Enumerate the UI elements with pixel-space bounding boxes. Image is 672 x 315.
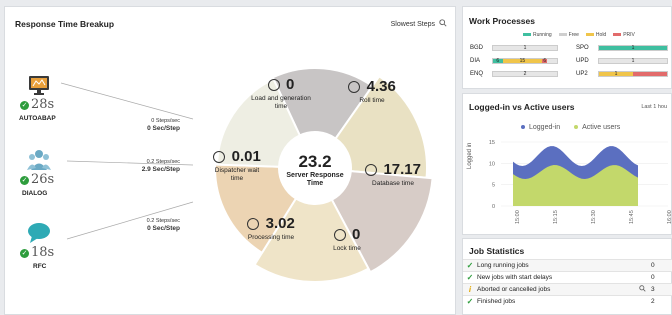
x-tick-label: 15:30 xyxy=(591,210,597,224)
lock-icon xyxy=(333,228,346,241)
legend-running: Running xyxy=(523,32,552,38)
wp-row-bgd[interactable]: BGD 1 SPO 1 xyxy=(470,45,668,51)
warning-icon: i xyxy=(468,285,472,294)
server-response-value: 23.2 xyxy=(298,152,332,171)
check-icon: ✓ xyxy=(466,273,474,282)
steps-per-sec: 0.2 Steps/sec xyxy=(146,218,180,224)
check-icon: ✓ xyxy=(466,261,474,270)
clock-icon xyxy=(247,217,260,230)
rate-autoabap: 0 Steps/sec 0 Sec/Step xyxy=(115,118,180,133)
x-tick-label: 16:00 xyxy=(667,210,672,224)
legend-hold: Hold xyxy=(585,32,606,38)
legend-priv: PRIV xyxy=(613,32,635,38)
steps-per-sec: 0.2 Steps/sec xyxy=(146,159,180,165)
job-row[interactable]: ✓ Long running jobs 0 xyxy=(463,259,672,271)
y-tick-label: 0 xyxy=(492,204,495,210)
donut-center: 23.2 Server Response Time xyxy=(285,152,345,188)
y-tick-label: 15 xyxy=(489,140,495,146)
logged-in-chart: 15 10 5 0 15:00 15:15 15:30 15:45 16:00 xyxy=(489,140,672,224)
sec-per-step: 0 Sec/Step xyxy=(147,125,180,132)
globe-clock-icon xyxy=(213,150,226,163)
y-tick-label: 5 xyxy=(492,183,495,189)
segment-load-generation[interactable]: 0 Load and generation time xyxy=(241,76,321,111)
sec-per-step: 2.9 Sec/Step xyxy=(141,166,180,173)
steps-per-sec: 0 Steps/sec xyxy=(151,118,180,124)
segment-lock-time[interactable]: 0 Lock time xyxy=(317,226,377,252)
server-response-label: Server Response Time xyxy=(286,172,344,187)
x-tick-label: 15:15 xyxy=(553,210,559,224)
job-row[interactable]: ✓ New jobs with start delays 0 xyxy=(463,271,672,283)
x-tick-label: 15:45 xyxy=(629,210,635,224)
job-list: ✓ Long running jobs 0 ✓ New jobs with st… xyxy=(463,259,672,315)
search-icon[interactable] xyxy=(639,285,646,294)
job-row[interactable]: i Aborted or cancelled jobs 3 xyxy=(463,283,672,295)
clock-icon xyxy=(267,78,280,91)
panel-title: Job Statistics xyxy=(469,246,525,256)
segment-processing-time[interactable]: 3.02 Processing time xyxy=(231,215,311,241)
segment-database-time[interactable]: 17.17 Database time xyxy=(348,161,438,187)
response-time-panel: Response Time Breakup Slowest Steps ✓ 28… xyxy=(4,6,456,315)
clock-icon xyxy=(348,80,361,93)
panel-title: Work Processes xyxy=(469,16,535,26)
legend-free: Free xyxy=(558,32,579,38)
logged-in-panel: Logged-in vs Active users Last 1 hou Log… xyxy=(462,93,672,235)
wp-row-dia[interactable]: DIA 6 15 6 UPD 1 xyxy=(470,58,668,64)
wp-row-enq[interactable]: ENQ 2 UP2 1 xyxy=(470,71,668,77)
wp-legend: Running Free Hold PRIV xyxy=(523,32,635,38)
segment-dispatcher-wait[interactable]: 0.01 Dispatcher wait time xyxy=(201,148,273,183)
x-tick-label: 15:00 xyxy=(515,210,521,224)
rate-rfc: 0.2 Steps/sec 0 Sec/Step xyxy=(115,218,180,233)
sec-per-step: 0 Sec/Step xyxy=(147,225,180,232)
job-statistics-panel: Job Statistics ✓ Long running jobs 0 ✓ N… xyxy=(462,238,672,315)
segment-roll-time[interactable]: 4.36 Roll time xyxy=(332,78,412,104)
database-icon xyxy=(365,163,377,176)
dashboard: Response Time Breakup Slowest Steps ✓ 28… xyxy=(0,0,672,315)
rate-dialog: 0.2 Steps/sec 2.9 Sec/Step xyxy=(115,159,180,174)
check-icon: ✓ xyxy=(466,297,474,306)
job-row[interactable]: ✓ Finished jobs 2 xyxy=(463,295,672,307)
work-processes-panel: Work Processes Running Free Hold PRIV BG… xyxy=(462,6,672,89)
y-tick-label: 10 xyxy=(489,161,495,167)
